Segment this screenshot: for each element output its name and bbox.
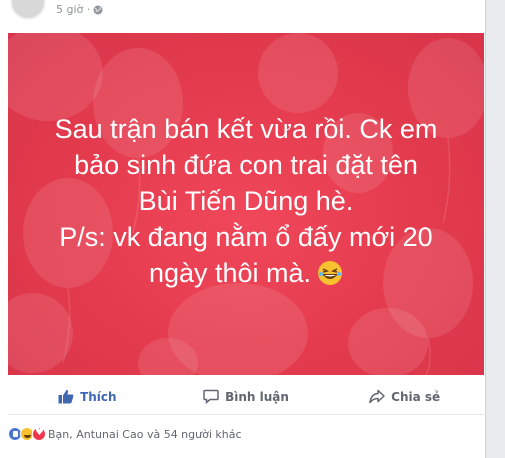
love-reaction-icon [32,427,46,441]
post-image[interactable]: Sau trận bán kết vừa rồi. Ck em bảo sinh… [8,33,484,375]
like-label: Thích [80,389,117,404]
reaction-icons [8,427,46,441]
post-text-line: Bùi Tiến Dũng hè. [138,186,354,216]
post-header: 5 giờ · [0,0,486,30]
globe-icon[interactable] [93,5,103,15]
post-text-line: bảo sinh đứa con trai đặt tên [74,150,418,180]
post-text-line-last: ngày thôi mà. [8,255,484,295]
post-image-text: Sau trận bán kết vừa rồi. Ck em bảo sinh… [8,111,484,295]
share-icon [369,389,385,404]
post-text-line: P/s: vk đang nằm ổ đấy mới 20 [59,222,433,252]
post-text-line: ngày thôi mà. [148,258,312,288]
comment-label: Bình luận [225,389,289,404]
reactions-summary[interactable]: Bạn, Antunai Cao và 54 người khác [8,424,242,444]
post-meta: 5 giờ · [56,3,103,16]
reactions-summary-text[interactable]: Bạn, Antunai Cao và 54 người khác [48,428,242,441]
laughing-emoji-icon [317,259,343,295]
share-button[interactable]: Chia sẻ [325,389,484,404]
thumbs-up-icon [58,389,74,404]
post-text-line: Sau trận bán kết vừa rồi. Ck em [54,114,438,144]
post-timestamp[interactable]: 5 giờ · [56,3,90,16]
avatar[interactable] [10,0,46,20]
comment-icon [203,389,219,404]
share-label: Chia sẻ [391,389,441,404]
comment-button[interactable]: Bình luận [167,389,326,404]
like-button[interactable]: Thích [8,389,167,404]
page-background-strip [486,0,505,458]
post-action-bar: Thích Bình luận Chia sẻ [8,379,484,415]
post-card: 5 giờ · Sau trận bán kết vừa rồi. Ck em … [0,0,486,458]
